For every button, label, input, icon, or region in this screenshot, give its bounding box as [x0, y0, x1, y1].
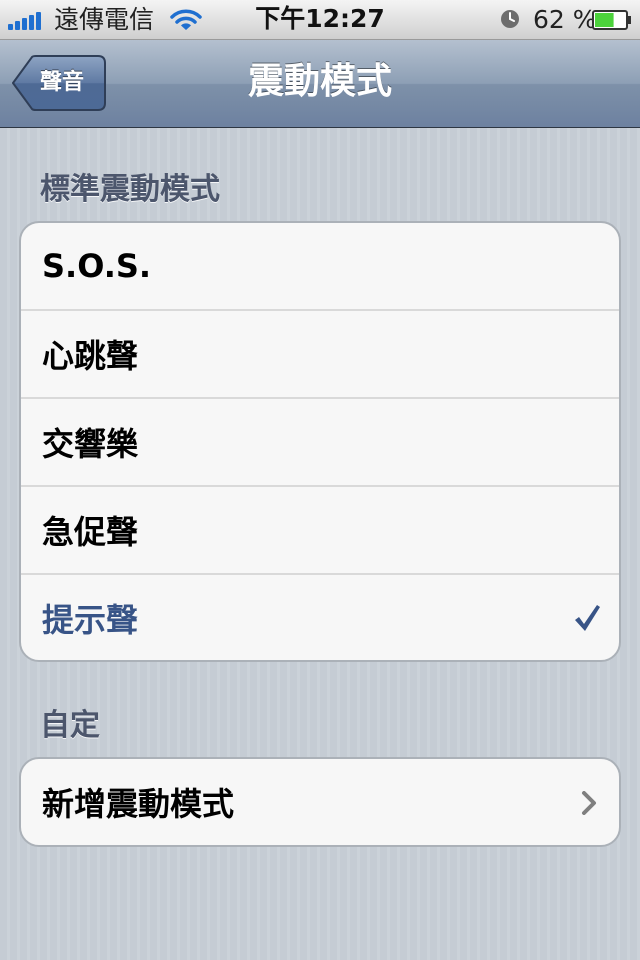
custom-patterns-group: 新增震動模式	[19, 757, 621, 847]
create-new-pattern-row[interactable]: 新增震動模式	[21, 759, 619, 845]
chevron-right-icon	[582, 791, 596, 815]
row-label: 急促聲	[42, 513, 139, 551]
pattern-row-heartbeat[interactable]: 心跳聲	[21, 311, 619, 399]
row-label-selected: 提示聲	[42, 601, 139, 639]
section-header-custom: 自定	[40, 708, 100, 743]
row-label: 交響樂	[42, 425, 139, 463]
standard-patterns-group: S.O.S. 心跳聲 交響樂 急促聲 提示聲	[19, 221, 621, 662]
pattern-row-symphony[interactable]: 交響樂	[21, 399, 619, 487]
pattern-row-sos[interactable]: S.O.S.	[21, 223, 619, 311]
status-bar: 遠傳電信 下午12:27 62 %	[0, 0, 640, 40]
battery-icon	[592, 10, 631, 30]
pattern-row-alert[interactable]: 提示聲	[21, 575, 619, 660]
pattern-row-rapid[interactable]: 急促聲	[21, 487, 619, 575]
section-header-standard: 標準震動模式	[40, 172, 220, 207]
row-label: S.O.S.	[42, 247, 152, 285]
navigation-bar: 聲音 震動模式	[0, 40, 640, 128]
row-label: 新增震動模式	[42, 785, 235, 823]
checkmark-icon	[575, 605, 600, 631]
alarm-icon	[501, 10, 519, 28]
row-label: 心跳聲	[42, 337, 139, 375]
battery-percent: 62 %	[533, 5, 597, 34]
page-title: 震動模式	[247, 61, 392, 102]
